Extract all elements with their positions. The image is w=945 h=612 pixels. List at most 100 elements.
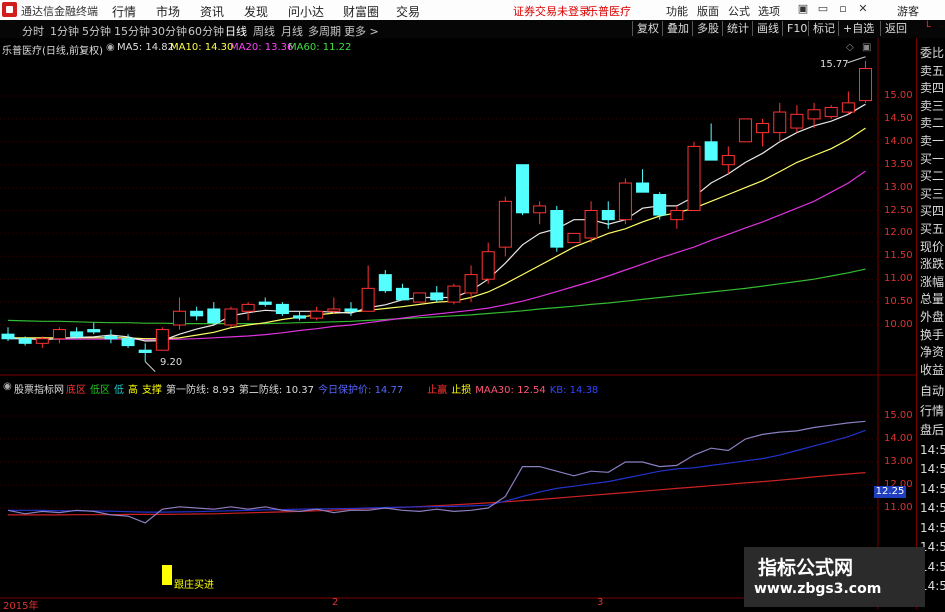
side-panel-item[interactable]: 买一 <box>920 150 944 169</box>
candle-body <box>550 210 564 248</box>
menu-discover[interactable]: 发现 <box>244 3 268 20</box>
price-tick-label: 11.50 <box>884 250 913 262</box>
side-panel-lower-item[interactable]: 14:5 <box>920 499 945 518</box>
indicator-legend: 底区 低区低高支撑 第一防线: 8.93 第二防线: 10.37 今日保护价: 14.7… <box>66 381 602 396</box>
side-panel-item[interactable]: 买四 <box>920 202 944 221</box>
candle-body <box>327 308 341 312</box>
side-panel-item[interactable]: 涨幅 <box>920 273 944 292</box>
candle-body <box>87 329 101 333</box>
toolbar-draw[interactable]: 画线 <box>752 21 783 36</box>
restore-icon[interactable]: ▫ <box>836 2 850 16</box>
indicator-tick-label: 15.00 <box>884 410 913 421</box>
side-panel-lower-item[interactable]: 行情 <box>920 402 944 421</box>
period-tab-monthly[interactable]: 月线 <box>281 23 303 39</box>
side-panel-lower-item[interactable]: 14:5 <box>920 441 945 460</box>
indicator-legend-item: 低区 <box>90 385 110 396</box>
period-tab-more[interactable]: 更多 > <box>344 23 379 39</box>
side-panel-item[interactable]: 涨跌 <box>920 255 944 274</box>
skin-icon[interactable]: ▣ <box>796 2 810 16</box>
status-warning: 证券交易未登录 <box>513 5 590 18</box>
close-icon[interactable]: ✕ <box>856 2 870 16</box>
side-panel-lower-item[interactable]: 14:5 <box>920 460 945 479</box>
candle-body <box>567 232 581 244</box>
indicator-legend-item: MAA30: 12.54 <box>475 385 546 396</box>
indicator-settings-icon[interactable]: ◉ <box>3 381 12 392</box>
menu-formula[interactable]: 公式 <box>728 3 750 19</box>
menu-options[interactable]: 选项 <box>758 3 780 19</box>
side-panel-item[interactable]: 卖一 <box>920 132 944 151</box>
ma10-label: MA10: 14.30 <box>170 42 234 53</box>
side-panel-lower-item[interactable]: 14:5 <box>920 480 945 499</box>
side-panel-item[interactable]: 卖五 <box>920 62 944 81</box>
toolbar-overlay[interactable]: 叠加 <box>662 21 693 36</box>
period-tab-weekly[interactable]: 周线 <box>253 23 275 39</box>
toolbar-multistock[interactable]: 多股 <box>692 21 723 36</box>
ma20-label: MA20: 13.36 <box>230 42 294 53</box>
level-badge: L <box>926 20 932 30</box>
guest-label[interactable]: 游客 <box>897 3 919 19</box>
expand-icon[interactable]: ▣ <box>862 42 871 53</box>
minimize-icon[interactable]: ▭ <box>816 2 830 16</box>
toolbar-back[interactable]: 返回 <box>880 21 911 36</box>
menu-ask[interactable]: 问小达 <box>288 3 324 20</box>
period-tab-30min[interactable]: 30分钟 <box>151 23 187 39</box>
settings-icon[interactable]: ◉ <box>106 42 115 53</box>
side-panel-item[interactable]: 现价 <box>920 238 944 257</box>
price-tick-label: 15.00 <box>884 90 913 101</box>
period-tab-15min[interactable]: 15分钟 <box>114 23 150 39</box>
watermark: 指标公式网 www.zbgs3.com <box>744 547 925 607</box>
kline-chart[interactable] <box>0 38 916 609</box>
side-panel-item[interactable]: 委比 <box>920 44 944 63</box>
watermark-url: www.zbgs3.com <box>754 581 882 597</box>
period-tab-daily[interactable]: 日线 <box>225 23 247 39</box>
side-panel-item[interactable]: 收益 <box>920 361 944 380</box>
toolbar-mark[interactable]: 标记 <box>808 21 839 36</box>
toolbar-adjust[interactable]: 复权 <box>632 21 663 36</box>
candle-body <box>207 308 221 324</box>
side-panel-item[interactable]: 总量 <box>920 290 944 309</box>
side-panel-lower-item[interactable]: 14:5 <box>920 519 945 538</box>
side-panel-lower-item[interactable]: 盘后 <box>920 421 944 440</box>
side-panel-item[interactable]: 换手 <box>920 326 944 345</box>
toolbar-stats[interactable]: 统计 <box>722 21 753 36</box>
candle-body <box>516 164 529 214</box>
diamond-icon[interactable]: ◇ <box>846 42 854 53</box>
menu-function[interactable]: 功能 <box>666 3 688 19</box>
side-panel-item[interactable]: 外盘 <box>920 308 944 327</box>
candle-body <box>601 210 615 221</box>
side-panel-item[interactable]: 卖三 <box>920 97 944 116</box>
candle-body <box>859 68 872 102</box>
period-tab-60min[interactable]: 60分钟 <box>188 23 224 39</box>
side-panel-item[interactable]: 买二 <box>920 167 944 186</box>
period-tab-intraday[interactable]: 分时 <box>22 23 44 39</box>
price-tick-label: 13.00 <box>884 181 913 193</box>
toolbar-f10[interactable]: F10 <box>782 21 811 36</box>
toolbar-add-watch[interactable]: +自选 <box>838 21 878 36</box>
side-panel-item[interactable]: 卖四 <box>920 79 944 98</box>
candle-body <box>52 329 66 340</box>
indicator-legend-item: 止损 <box>451 385 472 396</box>
price-tick-label: 12.50 <box>884 204 913 216</box>
low-price-label: 9.20 <box>160 357 183 368</box>
menu-layout[interactable]: 版面 <box>697 3 719 19</box>
side-panel-item[interactable]: 净资 <box>920 343 944 362</box>
chart-title: 乐普医疗(日线,前复权) <box>2 46 103 57</box>
candle-body <box>224 308 238 326</box>
side-panel-item[interactable]: 买三 <box>920 185 944 204</box>
ma60-label: MA60: 11.22 <box>288 42 352 53</box>
period-tab-1min[interactable]: 1分钟 <box>50 23 79 39</box>
side-panel-lower-item[interactable]: 自动 <box>920 382 944 401</box>
menu-market[interactable]: 行情 <box>112 3 136 20</box>
candle-body <box>275 303 289 315</box>
period-tab-multi[interactable]: 多周期 <box>308 23 341 39</box>
menu-trade[interactable]: 交易 <box>396 3 420 20</box>
menu-news[interactable]: 资讯 <box>200 3 224 20</box>
side-panel-item[interactable]: 买五 <box>920 220 944 239</box>
indicator-tick-label: 14.00 <box>884 433 913 444</box>
period-tab-5min[interactable]: 5分钟 <box>82 23 111 39</box>
price-tick-label: 14.50 <box>884 112 913 124</box>
menu-exchange[interactable]: 市场 <box>156 3 180 20</box>
menu-wealth[interactable]: 财富圈 <box>343 3 379 20</box>
side-panel-item[interactable]: 卖二 <box>920 114 944 133</box>
candle-body <box>413 292 427 303</box>
